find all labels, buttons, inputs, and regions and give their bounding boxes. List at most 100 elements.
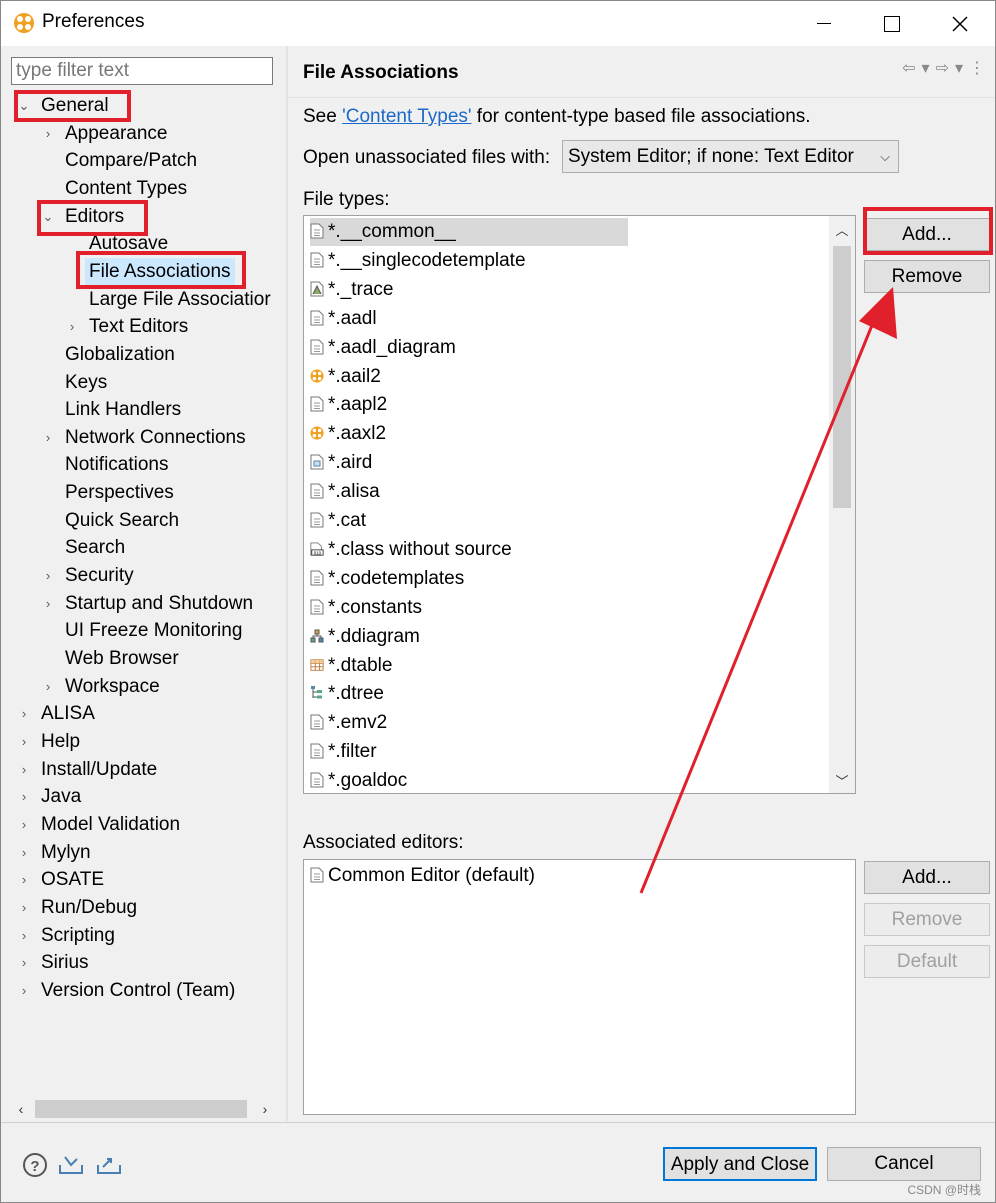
cancel-button[interactable]: Cancel	[827, 1147, 981, 1181]
scroll-down-icon[interactable]: ﹀	[829, 767, 855, 793]
scrollbar-thumb[interactable]	[833, 246, 851, 508]
tree-item-label: Keys	[65, 371, 108, 393]
chevron-right-icon[interactable]: ›	[17, 783, 31, 810]
tree-item-label: Help	[41, 730, 81, 752]
tree-item-label: Mylyn	[41, 841, 91, 863]
list-item[interactable]: *.codetemplates	[310, 565, 628, 593]
view-menu-icon[interactable]: ⋮	[969, 58, 985, 78]
file-type-label: *.aadl_diagram	[328, 336, 456, 358]
list-item[interactable]: *.aail2	[310, 363, 628, 391]
chevron-right-icon[interactable]: ›	[17, 839, 31, 866]
default-editor-button[interactable]: Default	[864, 945, 990, 978]
scrollbar-thumb[interactable]	[35, 1100, 247, 1118]
chevron-right-icon[interactable]: ›	[17, 756, 31, 783]
eclipse-gear-icon	[13, 12, 35, 34]
list-item[interactable]: *.__singlecodetemplate	[310, 247, 628, 275]
chevron-right-icon[interactable]: ›	[17, 866, 31, 893]
list-item[interactable]: *.__common__	[310, 218, 628, 246]
tree-icon	[310, 683, 328, 704]
text-file-icon	[310, 308, 328, 329]
list-item[interactable]: *.filter	[310, 738, 628, 766]
list-item[interactable]: *.cat	[310, 507, 628, 535]
associated-editors-list[interactable]: Common Editor (default)	[303, 859, 856, 1115]
scroll-right-icon[interactable]: ›	[255, 1099, 275, 1119]
osate-icon	[310, 366, 328, 387]
preference-page: File Associations ⇦ ▾ ⇨ ▾ ⋮ See 'Content…	[288, 46, 995, 1121]
chevron-right-icon[interactable]: ›	[17, 977, 31, 1004]
hint-prefix: See	[303, 106, 343, 127]
text-file-icon	[310, 770, 328, 791]
chevron-right-icon[interactable]: ›	[17, 811, 31, 838]
list-item[interactable]: *.ddiagram	[310, 623, 628, 651]
open-unassoc-value: System Editor; if none: Text Editor	[568, 146, 854, 167]
tree-horizontal-scrollbar[interactable]: ‹ ›	[11, 1099, 275, 1119]
text-file-icon	[310, 712, 328, 733]
chevron-down-icon[interactable]: ⌄	[17, 92, 31, 119]
tree-item-label: Model Validation	[41, 813, 181, 835]
chevron-right-icon[interactable]: ›	[17, 894, 31, 921]
scroll-up-icon[interactable]: ︿	[829, 216, 855, 242]
chevron-right-icon[interactable]: ›	[41, 424, 55, 451]
file-type-label: *.emv2	[328, 712, 388, 734]
list-item[interactable]: *.dtree	[310, 680, 628, 708]
content-types-link[interactable]: 'Content Types'	[342, 106, 471, 127]
list-item[interactable]: Common Editor (default)	[310, 862, 628, 890]
back-icon[interactable]: ⇦	[902, 58, 915, 78]
tree-item-label: Appearance	[65, 122, 168, 144]
list-item[interactable]: *.aapl2	[310, 391, 628, 419]
minimize-button[interactable]	[789, 1, 859, 46]
file-types-list[interactable]: *.__common__ *.__singlecodetemplate *._tra…	[303, 215, 856, 794]
forward-menu-chevron-down-icon[interactable]: ▾	[955, 58, 963, 78]
chevron-right-icon[interactable]: ›	[17, 922, 31, 949]
import-icon[interactable]	[57, 1151, 85, 1179]
chevron-right-icon[interactable]: ›	[17, 728, 31, 755]
tree-item-label: Autosave	[89, 233, 169, 255]
list-item[interactable]: 010 *.class without source	[310, 536, 628, 564]
file-type-label: *.__common__	[328, 221, 456, 242]
file-type-label: *.alisa	[328, 481, 380, 503]
trace-file-icon	[310, 279, 328, 300]
list-item[interactable]: *.emv2	[310, 709, 628, 737]
chevron-right-icon[interactable]: ›	[41, 120, 55, 147]
file-type-label: *.codetemplates	[328, 567, 465, 589]
osate-icon	[310, 423, 328, 444]
remove-editor-button[interactable]: Remove	[864, 903, 990, 936]
add-file-type-button[interactable]: Add...	[864, 218, 990, 251]
tree-item-label: Text Editors	[89, 316, 189, 338]
chevron-down-icon[interactable]: ⌄	[41, 203, 55, 230]
filter-input[interactable]	[11, 57, 273, 85]
list-item[interactable]: *.dtable	[310, 652, 628, 680]
close-button[interactable]	[925, 1, 995, 46]
chevron-right-icon[interactable]: ›	[41, 673, 55, 700]
chevron-right-icon[interactable]: ›	[65, 313, 79, 340]
list-item[interactable]: *.goaldoc	[310, 767, 628, 793]
tree-item-label: Web Browser	[65, 648, 179, 669]
tree-item-label: Sirius	[41, 952, 89, 974]
file-types-scrollbar[interactable]: ︿ ﹀	[829, 216, 855, 793]
chevron-right-icon[interactable]: ›	[17, 700, 31, 727]
list-item[interactable]: *.aadl_diagram	[310, 334, 628, 362]
chevron-right-icon[interactable]: ›	[41, 590, 55, 617]
forward-icon[interactable]: ⇨	[936, 58, 949, 78]
tree-item-label: Workspace	[65, 675, 160, 697]
maximize-button[interactable]	[857, 1, 927, 46]
list-item[interactable]: *.aaxl2	[310, 420, 628, 448]
file-type-label: *.goaldoc	[328, 770, 408, 792]
list-item[interactable]: *.alisa	[310, 478, 628, 506]
list-item[interactable]: *.aird	[310, 449, 628, 477]
scroll-left-icon[interactable]: ‹	[11, 1099, 31, 1119]
back-menu-chevron-down-icon[interactable]: ▾	[922, 58, 930, 78]
chevron-right-icon[interactable]: ›	[17, 949, 31, 976]
add-editor-button[interactable]: Add...	[864, 861, 990, 894]
chevron-right-icon[interactable]: ›	[41, 562, 55, 589]
list-item[interactable]: *._trace	[310, 276, 628, 304]
page-title: File Associations	[303, 62, 459, 83]
export-icon[interactable]	[95, 1151, 123, 1179]
list-item[interactable]: *.aadl	[310, 305, 628, 333]
help-icon[interactable]: ?	[21, 1151, 49, 1179]
open-unassoc-label: Open unassociated files with:	[303, 147, 551, 168]
open-unassoc-select[interactable]: System Editor; if none: Text Editor ⌵	[562, 140, 899, 173]
remove-file-type-button[interactable]: Remove	[864, 260, 990, 293]
apply-and-close-button[interactable]: Apply and Close	[663, 1147, 817, 1181]
list-item[interactable]: *.constants	[310, 594, 628, 622]
